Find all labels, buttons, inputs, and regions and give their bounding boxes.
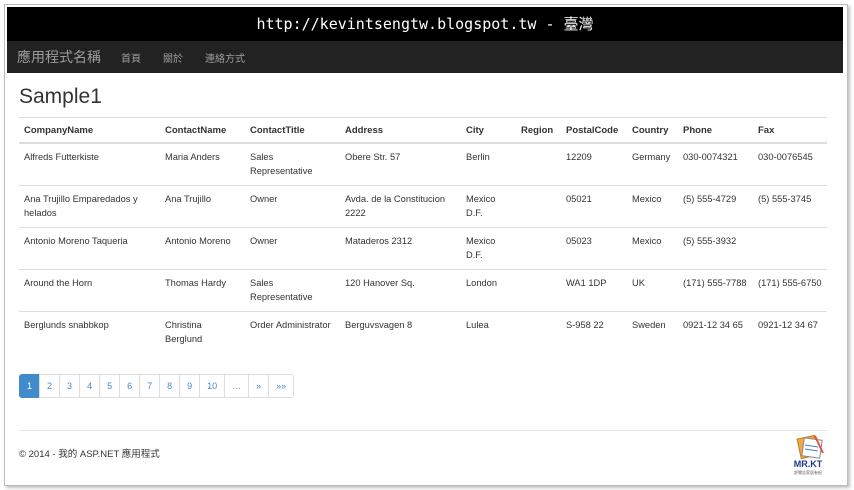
table-row: Antonio Moreno Taqueria Antonio Moreno O… xyxy=(19,227,827,270)
table-cell xyxy=(516,311,561,353)
table-cell xyxy=(516,269,561,312)
table-row: Berglunds snabbkop Christina Berglund Or… xyxy=(19,311,827,353)
table-cell: (5) 555-3745 xyxy=(753,185,827,228)
table-cell: Owner xyxy=(245,185,340,228)
table-cell: Sweden xyxy=(627,311,678,353)
table-cell: Ana Trujillo Emparedados y helados xyxy=(19,185,160,228)
table-cell: 0921-12 34 65 xyxy=(678,311,753,353)
page-title: Sample1 xyxy=(19,85,102,108)
table-cell: Owner xyxy=(245,227,340,270)
table-cell: 05021 xyxy=(561,185,627,228)
table-cell: London xyxy=(461,269,516,312)
nav-link-contact[interactable]: 連絡方式 xyxy=(205,50,245,65)
navbar-brand[interactable]: 應用程式名稱 xyxy=(17,47,101,67)
table-cell: Mexico D.F. xyxy=(461,185,516,228)
page-link-current[interactable]: 1 xyxy=(19,374,41,398)
table-cell: (5) 555-4729 xyxy=(678,185,753,228)
table-cell xyxy=(516,185,561,228)
table-cell xyxy=(516,142,561,186)
table-cell: Antonio Moreno Taqueria xyxy=(19,227,160,270)
table-cell: (171) 555-7788 xyxy=(678,269,753,312)
table-cell: 05023 xyxy=(561,227,627,270)
logo-tagline: 舒爾志家居有紀 xyxy=(794,469,822,475)
page-ellipsis: … xyxy=(224,374,250,398)
column-header: Country xyxy=(627,117,678,144)
table-cell: Germany xyxy=(627,142,678,186)
table-row: Around the Horn Thomas Hardy Sales Repre… xyxy=(19,269,827,312)
table-cell: Mexico xyxy=(627,227,678,270)
pagination: 1 2 3 4 5 6 7 8 9 10 … » »» xyxy=(19,374,295,398)
table-cell xyxy=(516,227,561,270)
page-link[interactable]: 3 xyxy=(59,374,81,398)
table-cell: UK xyxy=(627,269,678,312)
next-page-button[interactable]: » xyxy=(248,374,270,398)
table-cell: (5) 555-3932 xyxy=(678,227,753,270)
table-cell: (171) 555-6750 xyxy=(753,269,827,312)
table-cell: 030-0076545 xyxy=(753,142,827,186)
footer-copyright: © 2014 - 我的 ASP.NET 應用程式 xyxy=(19,449,160,460)
page-link[interactable]: 8 xyxy=(159,374,181,398)
screenshot-frame: http://kevintsengtw.blogspot.tw - 臺灣 應用程… xyxy=(4,4,848,486)
page-link[interactable]: 10 xyxy=(199,374,226,398)
page-link[interactable]: 7 xyxy=(139,374,161,398)
table-row: Alfreds Futterkiste Maria Anders Sales R… xyxy=(19,142,827,186)
column-header: Phone xyxy=(678,117,753,144)
column-header: Fax xyxy=(753,117,827,144)
page-link[interactable]: 2 xyxy=(39,374,61,398)
table-header-row: CompanyName ContactName ContactTitle Add… xyxy=(19,117,827,144)
table-cell: Ana Trujillo xyxy=(160,185,245,228)
table-cell: Alfreds Futterkiste xyxy=(19,142,160,186)
page-link[interactable]: 9 xyxy=(179,374,201,398)
navbar: 應用程式名稱 首頁 關於 連絡方式 xyxy=(7,41,843,73)
table-row: Ana Trujillo Emparedados y helados Ana T… xyxy=(19,185,827,228)
table-cell: Maria Anders xyxy=(160,142,245,186)
page-link[interactable]: 5 xyxy=(99,374,121,398)
table-cell: Mataderos 2312 xyxy=(340,227,461,270)
nav-link-home[interactable]: 首頁 xyxy=(121,50,141,65)
page-link[interactable]: 4 xyxy=(79,374,101,398)
table-cell: Around the Horn xyxy=(19,269,160,312)
table-cell: Mexico D.F. xyxy=(461,227,516,270)
nav-link-about[interactable]: 關於 xyxy=(163,50,183,65)
table-cell: Lulea xyxy=(461,311,516,353)
table-cell: Berlin xyxy=(461,142,516,186)
column-header: ContactTitle xyxy=(245,117,340,144)
column-header: Address xyxy=(340,117,461,144)
column-header: CompanyName xyxy=(19,117,160,144)
customers-table: CompanyName ContactName ContactTitle Add… xyxy=(19,117,827,353)
table-cell: Berguvsvagen 8 xyxy=(340,311,461,353)
table-cell: Order Administrator xyxy=(245,311,340,353)
table-cell: Thomas Hardy xyxy=(160,269,245,312)
logo-text: MR.KT xyxy=(794,459,823,469)
blog-url-banner: http://kevintsengtw.blogspot.tw - 臺灣 xyxy=(7,7,843,41)
table-cell: Berglunds snabbkop xyxy=(19,311,160,353)
column-header: Region xyxy=(516,117,561,144)
table-cell: S-958 22 xyxy=(561,311,627,353)
table-cell: 12209 xyxy=(561,142,627,186)
table-cell: Christina Berglund xyxy=(160,311,245,353)
table-cell: Sales Representative xyxy=(245,142,340,186)
table-cell: Antonio Moreno xyxy=(160,227,245,270)
mr-kt-logo: MR.KT 舒爾志家居有紀 xyxy=(794,434,824,475)
table-cell: Avda. de la Constitucion 2222 xyxy=(340,185,461,228)
column-header: ContactName xyxy=(160,117,245,144)
table-cell: 030-0074321 xyxy=(678,142,753,186)
table-cell: Mexico xyxy=(627,185,678,228)
table-cell: Obere Str. 57 xyxy=(340,142,461,186)
column-header: PostalCode xyxy=(561,117,627,144)
last-page-button[interactable]: »» xyxy=(268,374,295,398)
table-cell: Sales Representative xyxy=(245,269,340,312)
table-cell xyxy=(753,227,827,270)
column-header: City xyxy=(461,117,516,144)
table-cell: 120 Hanover Sq. xyxy=(340,269,461,312)
footer-divider xyxy=(19,430,827,431)
page-link[interactable]: 6 xyxy=(119,374,141,398)
table-cell: 0921-12 34 67 xyxy=(753,311,827,353)
table-cell: WA1 1DP xyxy=(561,269,627,312)
